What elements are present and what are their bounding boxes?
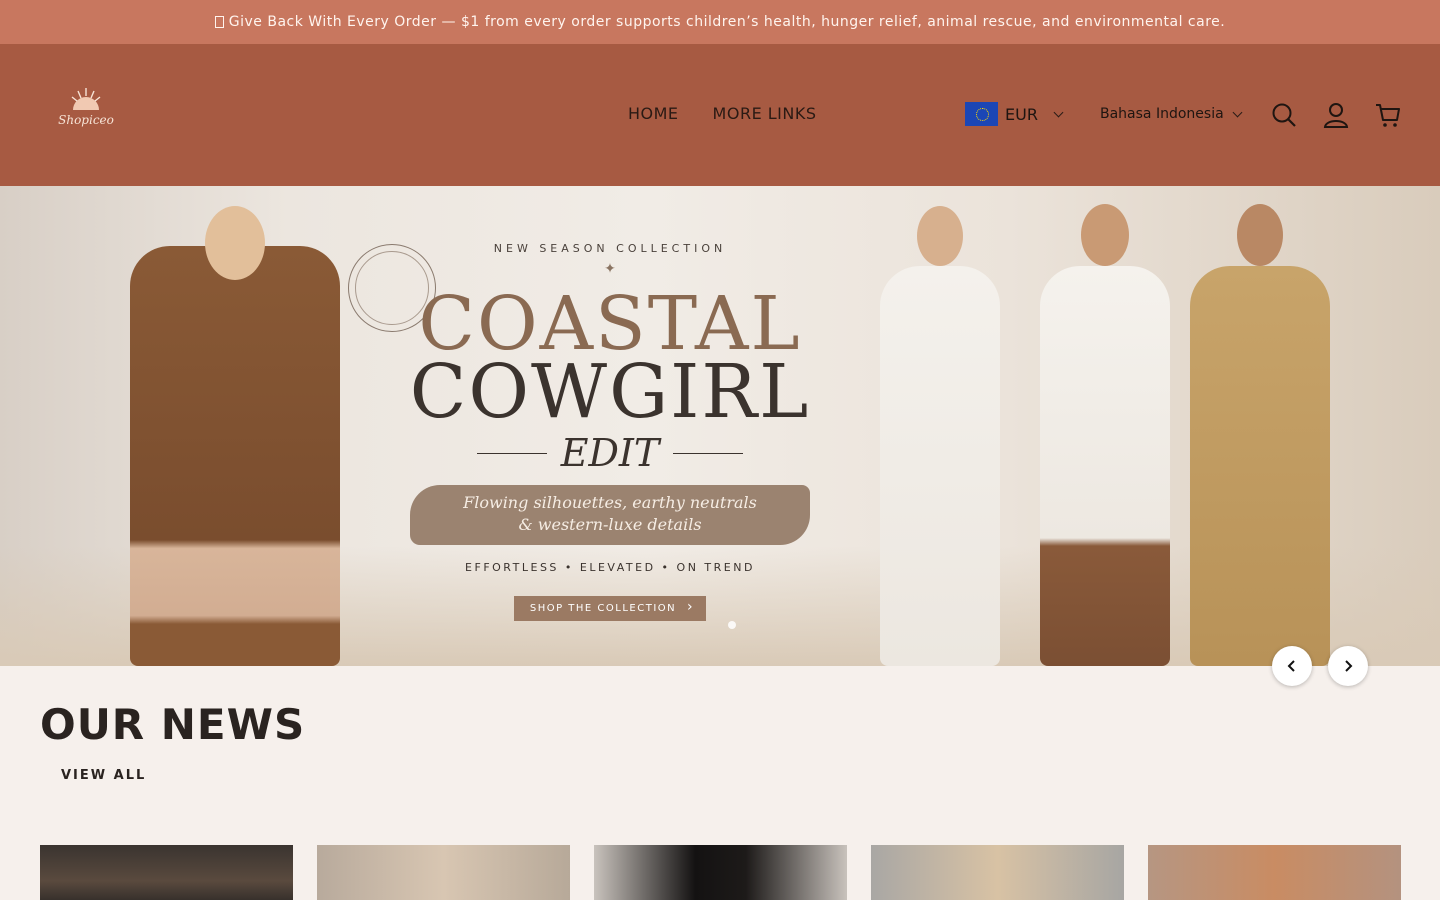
logo[interactable]: Shopiceo bbox=[56, 86, 116, 138]
announcement-text: Give Back With Every Order — $1 from eve… bbox=[228, 14, 1226, 30]
slider-prev-button[interactable] bbox=[1272, 646, 1312, 686]
news-cards bbox=[40, 845, 1401, 900]
nav-more-links[interactable]: MORE LINKS bbox=[713, 104, 817, 123]
hero-title-line2: COWGIRL bbox=[409, 349, 811, 435]
header-icons bbox=[1270, 101, 1402, 129]
cart-icon[interactable] bbox=[1374, 101, 1402, 129]
nav-home[interactable]: HOME bbox=[628, 104, 679, 123]
hero-kicker: NEW SEASON COLLECTION bbox=[493, 242, 727, 255]
slide-dot[interactable] bbox=[728, 621, 736, 629]
hero-tagline-line2: & western-luxe details bbox=[518, 515, 702, 534]
section-title: OUR NEWS bbox=[40, 700, 306, 749]
news-card[interactable] bbox=[40, 845, 293, 900]
news-card[interactable] bbox=[594, 845, 847, 900]
announcement-bar: Give Back With Every Order — $1 from eve… bbox=[0, 0, 1440, 44]
news-card[interactable] bbox=[871, 845, 1124, 900]
hero-tagline-line1: Flowing silhouettes, earthy neutrals bbox=[463, 493, 757, 512]
search-icon[interactable] bbox=[1270, 101, 1298, 129]
chevron-down-icon bbox=[1053, 107, 1064, 117]
hero-banner[interactable]: NEW SEASON COLLECTION ✦ COASTAL COWGIRL … bbox=[0, 186, 1440, 666]
logo-text: Shopiceo bbox=[58, 113, 114, 127]
model-figure-white-hat bbox=[1040, 204, 1170, 666]
model-figure-white-dress bbox=[880, 206, 1000, 666]
language-label: Bahasa Indonesia bbox=[1100, 106, 1224, 122]
hero-title-line1: COASTAL bbox=[418, 281, 802, 367]
hero-tagline: Flowing silhouettes, earthy neutrals & w… bbox=[410, 485, 810, 545]
chevron-down-icon bbox=[1232, 107, 1243, 117]
model-figure-tan-dress bbox=[1190, 204, 1330, 666]
hero-tags: EFFORTLESS • ELEVATED • ON TREND bbox=[465, 561, 755, 574]
view-all-link[interactable]: VIEW ALL bbox=[61, 768, 146, 783]
currency-selector[interactable]: EUR bbox=[965, 102, 1064, 126]
slider-next-button[interactable] bbox=[1328, 646, 1368, 686]
hero-overlay: NEW SEASON COLLECTION ✦ COASTAL COWGIRL … bbox=[400, 242, 820, 621]
model-figure-left bbox=[130, 206, 340, 666]
account-icon[interactable] bbox=[1322, 101, 1350, 129]
site-header: Shopiceo HOME MORE LINKS EUR Bahasa Indo… bbox=[0, 44, 1440, 186]
eu-flag-icon bbox=[965, 102, 998, 126]
hero-title-line3: EDIT bbox=[560, 431, 660, 475]
news-card[interactable] bbox=[1148, 845, 1401, 900]
main-nav: HOME MORE LINKS bbox=[628, 104, 817, 123]
hero-title-line3-wrap: EDIT bbox=[400, 431, 820, 475]
language-selector[interactable]: Bahasa Indonesia bbox=[1100, 106, 1243, 122]
chevron-right-icon bbox=[1345, 660, 1353, 672]
chevron-left-icon bbox=[1287, 660, 1295, 672]
currency-code: EUR bbox=[1005, 104, 1038, 124]
gift-icon bbox=[214, 16, 224, 28]
sparkle-icon: ✦ bbox=[604, 261, 616, 277]
news-card[interactable] bbox=[317, 845, 570, 900]
logo-sunburst-icon bbox=[71, 88, 101, 110]
shop-collection-button[interactable]: SHOP THE COLLECTION bbox=[513, 596, 707, 621]
